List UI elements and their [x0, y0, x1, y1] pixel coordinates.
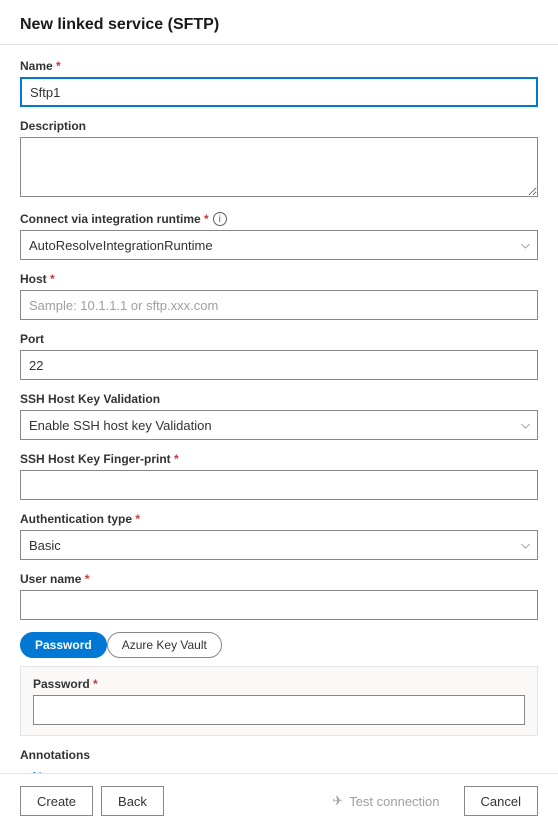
test-connection-button[interactable]: ✈ Test connection	[316, 788, 455, 814]
runtime-group: Connect via integration runtime i AutoRe…	[20, 212, 538, 260]
auth-type-select[interactable]: Basic	[20, 530, 538, 560]
back-button[interactable]: Back	[101, 786, 164, 816]
ssh-validation-select[interactable]: Enable SSH host key Validation	[20, 410, 538, 440]
name-group: Name	[20, 59, 538, 107]
panel-footer: Create Back ✈ Test connection Cancel	[0, 773, 558, 828]
port-label: Port	[20, 332, 538, 346]
host-input[interactable]	[20, 290, 538, 320]
panel-title: New linked service (SFTP)	[20, 16, 538, 34]
panel-header: New linked service (SFTP)	[0, 0, 558, 45]
credential-tab-group: Password Azure Key Vault	[20, 632, 538, 658]
ssh-fingerprint-group: SSH Host Key Finger-print	[20, 452, 538, 500]
username-group: User name	[20, 572, 538, 620]
name-input[interactable]	[20, 77, 538, 107]
annotations-label: Annotations	[20, 748, 538, 762]
description-label: Description	[20, 119, 538, 133]
description-textarea[interactable]	[20, 137, 538, 197]
create-button[interactable]: Create	[20, 786, 93, 816]
test-connection-label: Test connection	[349, 794, 439, 809]
annotations-section: Annotations + New	[20, 748, 538, 773]
auth-type-select-wrapper: Basic ⌵	[20, 530, 538, 560]
port-group: Port	[20, 332, 538, 380]
ssh-validation-group: SSH Host Key Validation Enable SSH host …	[20, 392, 538, 440]
cancel-button[interactable]: Cancel	[464, 786, 538, 816]
add-annotation-button[interactable]: + New	[20, 766, 58, 773]
runtime-select[interactable]: AutoResolveIntegrationRuntime	[20, 230, 538, 260]
ssh-validation-label: SSH Host Key Validation	[20, 392, 538, 406]
username-input[interactable]	[20, 590, 538, 620]
runtime-info-icon[interactable]: i	[213, 212, 227, 226]
azure-key-vault-tab[interactable]: Azure Key Vault	[107, 632, 222, 658]
runtime-select-wrapper: AutoResolveIntegrationRuntime ⌵	[20, 230, 538, 260]
ssh-fingerprint-input[interactable]	[20, 470, 538, 500]
port-input[interactable]	[20, 350, 538, 380]
password-input[interactable]	[33, 695, 525, 725]
name-label: Name	[20, 59, 538, 73]
test-connection-icon: ✈	[332, 793, 343, 809]
host-label: Host	[20, 272, 538, 286]
username-label: User name	[20, 572, 538, 586]
auth-type-group: Authentication type Basic ⌵	[20, 512, 538, 560]
runtime-label: Connect via integration runtime	[20, 212, 209, 226]
password-tab[interactable]: Password	[20, 632, 107, 658]
host-group: Host	[20, 272, 538, 320]
new-linked-service-panel: New linked service (SFTP) Name Descripti…	[0, 0, 558, 828]
description-group: Description	[20, 119, 538, 200]
password-section: Password	[20, 666, 538, 736]
ssh-fingerprint-label: SSH Host Key Finger-print	[20, 452, 538, 466]
ssh-validation-select-wrapper: Enable SSH host key Validation ⌵	[20, 410, 538, 440]
password-field-label: Password	[33, 677, 525, 691]
runtime-label-row: Connect via integration runtime i	[20, 212, 538, 226]
panel-body: Name Description Connect via integration…	[0, 45, 558, 773]
credential-group: Password Azure Key Vault Password	[20, 632, 538, 736]
auth-type-label: Authentication type	[20, 512, 538, 526]
